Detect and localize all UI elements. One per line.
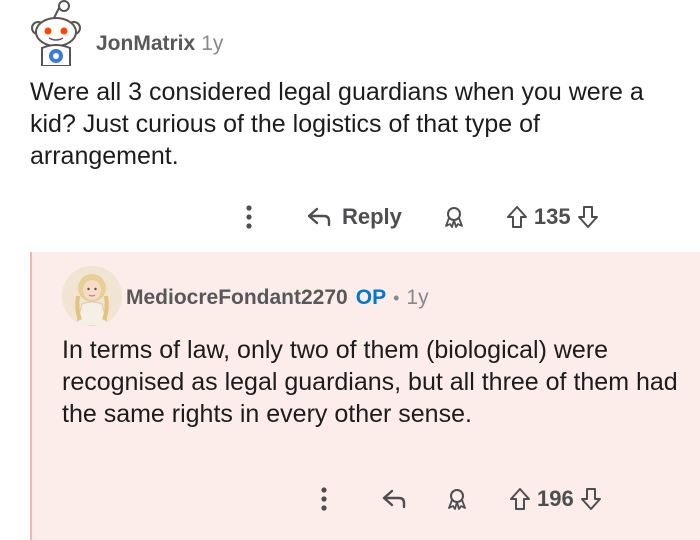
reply-arrow-icon xyxy=(307,207,331,227)
comment-age: 1y xyxy=(201,32,224,55)
comment-header: MediocreFondant2270 OP • 1y xyxy=(126,286,429,310)
comment-mediocrefondant2270: MediocreFondant2270 OP • 1y In terms of … xyxy=(30,252,700,540)
comment-body: In terms of law, only two of them (biolo… xyxy=(62,336,678,428)
reply-arrow-icon xyxy=(382,489,406,509)
upvote-arrow-icon xyxy=(506,206,527,228)
upvote-button[interactable] xyxy=(506,205,528,229)
downvote-arrow-icon xyxy=(580,488,601,510)
award-icon xyxy=(448,489,466,510)
comment-actions: Reply 135 xyxy=(244,204,599,230)
comment-body: Were all 3 considered legal guardians wh… xyxy=(30,78,644,170)
author-name[interactable]: JonMatrix xyxy=(96,32,195,56)
op-badge: OP xyxy=(355,286,387,309)
reply-button[interactable]: Reply xyxy=(306,204,402,230)
more-vertical-icon xyxy=(321,487,327,511)
reply-label: Reply xyxy=(342,204,402,229)
separator-dot: • xyxy=(393,287,400,308)
award-icon xyxy=(445,207,463,228)
comment-header: JonMatrix 1y xyxy=(96,32,223,56)
more-options-button[interactable] xyxy=(244,204,254,230)
comment-age: 1y xyxy=(406,286,429,309)
downvote-button[interactable] xyxy=(577,205,599,229)
vote-score: 135 xyxy=(533,204,571,229)
award-button[interactable] xyxy=(445,487,469,511)
upvote-arrow-icon xyxy=(510,488,530,510)
snoo-avatar[interactable] xyxy=(24,0,88,67)
author-name[interactable]: MediocreFondant2270 xyxy=(126,286,348,310)
comment-jonmatrix: JonMatrix 1y Were all 3 considered legal… xyxy=(0,0,700,252)
upvote-button[interactable] xyxy=(509,487,531,511)
award-button[interactable] xyxy=(442,205,466,229)
more-vertical-icon xyxy=(246,205,252,229)
downvote-button[interactable] xyxy=(580,487,602,511)
comment-actions: 196 xyxy=(319,486,602,512)
downvote-arrow-icon xyxy=(577,206,598,228)
more-options-button[interactable] xyxy=(319,486,329,512)
reply-button[interactable] xyxy=(381,488,407,510)
vote-score: 196 xyxy=(537,486,574,511)
user-avatar[interactable] xyxy=(62,266,122,326)
